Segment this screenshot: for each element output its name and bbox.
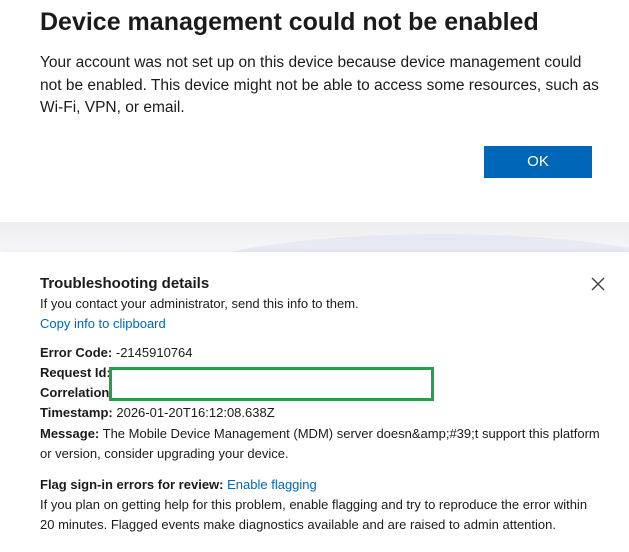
request-id-row: Request Id:	[40, 364, 111, 382]
correlation-label: Correlation	[40, 385, 110, 400]
copy-info-link[interactable]: Copy info to clipboard	[40, 316, 166, 331]
request-id-label: Request Id:	[40, 365, 111, 380]
close-icon	[591, 277, 605, 291]
enable-flagging-link[interactable]: Enable flagging	[227, 477, 317, 492]
error-code-value: -2145910764	[115, 345, 193, 360]
troubleshooting-panel: Troubleshooting details If you contact y…	[0, 252, 629, 552]
page-backdrop	[0, 222, 629, 252]
dialog-message: Your account was not set up on this devi…	[40, 54, 599, 116]
troubleshooting-subtitle: If you contact your administrator, send …	[40, 296, 359, 311]
message-value: The Mobile Device Management (MDM) serve…	[40, 426, 600, 461]
correlation-row: Correlation	[40, 384, 109, 402]
timestamp-row: Timestamp: 2026-01-20T16:12:08.638Z	[40, 404, 275, 422]
error-code-row: Error Code: -2145910764	[40, 344, 193, 362]
flag-row: Flag sign-in errors for review: Enable f…	[40, 476, 317, 494]
close-button[interactable]	[587, 273, 609, 295]
flag-description: If you plan on getting help for this pro…	[40, 497, 588, 532]
error-code-label: Error Code:	[40, 345, 113, 360]
troubleshooting-title: Troubleshooting details	[40, 275, 210, 292]
error-dialog: Device management could not be enabled Y…	[0, 0, 629, 222]
ok-button[interactable]: OK	[484, 146, 592, 178]
timestamp-label: Timestamp:	[40, 405, 113, 420]
dialog-title: Device management could not be enabled	[40, 8, 539, 36]
timestamp-value: 2026-01-20T16:12:08.638Z	[116, 405, 275, 420]
copy-info-row: Copy info to clipboard	[40, 315, 166, 333]
flag-label: Flag sign-in errors for review:	[40, 477, 224, 492]
backdrop-swoosh	[180, 234, 629, 252]
message-label: Message:	[40, 426, 100, 441]
message-row: Message: The Mobile Device Management (M…	[40, 424, 600, 464]
redaction-box	[109, 367, 434, 401]
